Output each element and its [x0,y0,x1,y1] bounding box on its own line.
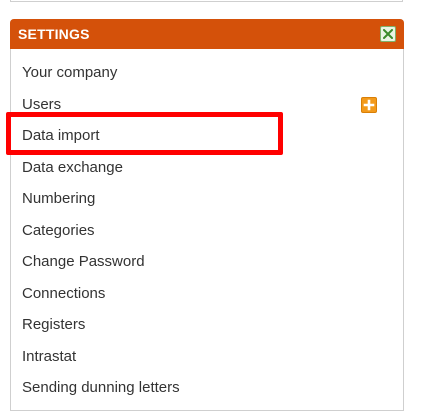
panel-title: SETTINGS [18,26,90,42]
menu-item-label: Connections [22,284,106,302]
settings-panel: SETTINGS Your company Users Data import … [10,19,404,411]
menu-item-registers[interactable]: Registers [11,309,403,341]
menu-item-data-import[interactable]: Data import [11,120,403,152]
menu-item-sending-dunning-letters[interactable]: Sending dunning letters [11,372,403,404]
menu-item-users[interactable]: Users [11,89,403,121]
settings-menu: Your company Users Data import Data exch… [11,57,403,404]
menu-item-label: Data exchange [22,158,123,176]
close-icon[interactable] [380,26,396,42]
menu-item-label: Intrastat [22,347,77,365]
previous-panel-edge [10,0,403,2]
menu-item-label: Users [22,95,62,113]
menu-item-connections[interactable]: Connections [11,278,403,310]
settings-panel-header: SETTINGS [10,19,404,49]
menu-item-intrastat[interactable]: Intrastat [11,341,403,373]
menu-item-data-exchange[interactable]: Data exchange [11,152,403,184]
menu-item-numbering[interactable]: Numbering [11,183,403,215]
menu-item-label: Data import [22,127,100,144]
plus-icon[interactable] [361,96,377,113]
menu-item-change-password[interactable]: Change Password [11,246,403,278]
menu-item-label: Change Password [22,253,145,270]
menu-item-label: Categories [22,221,95,239]
menu-item-label: Sending dunning letters [22,379,180,396]
menu-item-label: Registers [22,316,86,333]
menu-item-label: Numbering [22,190,96,207]
menu-item-categories[interactable]: Categories [11,215,403,247]
menu-item-label: Your company [22,64,118,81]
menu-item-your-company[interactable]: Your company [11,57,403,89]
